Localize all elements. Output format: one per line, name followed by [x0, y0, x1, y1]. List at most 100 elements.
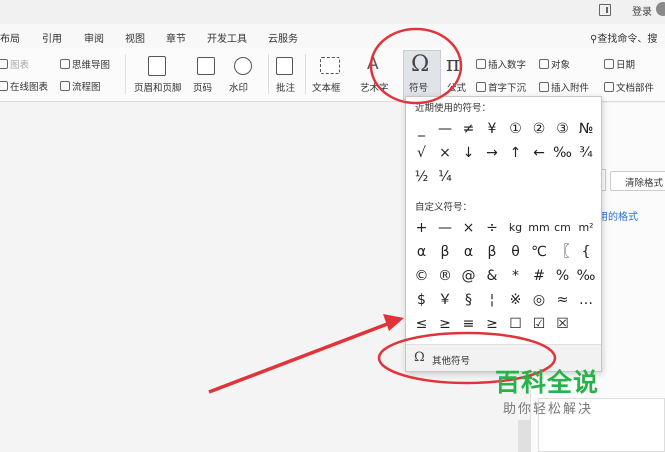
used-format-link[interactable]: 用的格式: [598, 208, 638, 223]
menu-review[interactable]: 审阅: [84, 30, 104, 45]
symbol-cell[interactable]: ※: [504, 291, 527, 309]
mindmap-button[interactable]: 思维导图: [60, 57, 110, 71]
symbol-cell[interactable]: ¼: [434, 168, 457, 186]
symbol-cell[interactable]: {: [575, 243, 598, 261]
symbol-cell[interactable]: ≠: [457, 120, 480, 138]
header-footer-button[interactable]: 页眉和页脚: [134, 80, 182, 94]
symbol-cell[interactable]: cm: [551, 219, 574, 237]
symbol-cell[interactable]: ¥: [481, 120, 504, 138]
symbol-cell[interactable]: ￥: [434, 291, 457, 309]
symbol-cell[interactable]: …: [575, 291, 598, 309]
avatar[interactable]: [656, 2, 665, 16]
symbol-cell[interactable]: ≡: [457, 315, 480, 333]
symbol-cell[interactable]: ↓: [457, 144, 480, 162]
custom-symbols-title: 自定义符号：: [415, 202, 473, 213]
menu-layout[interactable]: 布局: [0, 30, 20, 45]
symbol-cell[interactable]: kg: [504, 219, 527, 237]
mindmap-icon: [60, 59, 70, 69]
window-mode-icon[interactable]: [599, 4, 611, 16]
symbol-cell[interactable]: _: [410, 120, 433, 138]
chart-button[interactable]: 图表: [0, 57, 29, 71]
command-search[interactable]: ⚲查找命令、搜: [590, 30, 657, 45]
page-number-button[interactable]: 页码: [193, 80, 212, 94]
symbol-cell[interactable]: √: [410, 144, 433, 162]
attachment-button[interactable]: 插入附件: [539, 80, 589, 94]
symbol-cell[interactable]: ℃: [528, 243, 551, 261]
symbol-cell[interactable]: 〖: [551, 243, 574, 261]
paperclip-icon: [539, 82, 549, 92]
symbol-cell[interactable]: ×: [457, 219, 480, 237]
symbol-cell[interactable]: —: [434, 120, 457, 138]
textbox-icon: [320, 57, 340, 74]
symbol-cell[interactable]: *: [504, 267, 527, 285]
object-label: 对象: [551, 60, 571, 71]
scrollbar[interactable]: [518, 420, 530, 452]
symbol-cell[interactable]: ©: [410, 267, 433, 285]
dropcap-button[interactable]: 首字下沉: [476, 80, 526, 94]
menu-cloud[interactable]: 云服务: [268, 30, 298, 45]
symbol-cell[interactable]: №: [575, 120, 598, 138]
symbol-cell[interactable]: ☒: [551, 315, 574, 333]
wordart-button[interactable]: 艺术字: [360, 80, 389, 94]
symbol-cell[interactable]: ‰: [575, 267, 598, 285]
attachment-label: 插入附件: [551, 83, 590, 94]
flowchart-button[interactable]: 流程图: [60, 79, 101, 93]
symbol-cell[interactable]: m²: [575, 219, 598, 237]
search-label: 查找命令、搜: [597, 34, 658, 45]
symbol-cell[interactable]: &: [481, 267, 504, 285]
symbol-cell[interactable]: ¦: [481, 291, 504, 309]
symbol-cell[interactable]: ≥: [481, 315, 504, 333]
symbol-cell[interactable]: ↑: [504, 144, 527, 162]
symbol-cell[interactable]: #: [528, 267, 551, 285]
menu-bar: 布局 引用 审阅 视图 章节 开发工具 云服务 ⚲查找命令、搜: [0, 24, 665, 48]
symbol-cell[interactable]: ☑: [528, 315, 551, 333]
symbol-cell[interactable]: ≥: [434, 315, 457, 333]
ribbon-divider: [305, 54, 306, 94]
symbol-cell[interactable]: —: [434, 219, 457, 237]
symbol-cell[interactable]: ¾: [575, 144, 598, 162]
symbol-cell[interactable]: ®: [434, 267, 457, 285]
symbol-cell[interactable]: ←: [528, 144, 551, 162]
symbol-cell[interactable]: $: [410, 291, 433, 309]
symbol-cell[interactable]: θ: [504, 243, 527, 261]
menu-developer[interactable]: 开发工具: [207, 30, 247, 45]
menu-view[interactable]: 视图: [125, 30, 145, 45]
number-icon: [476, 59, 486, 69]
symbol-cell[interactable]: @: [457, 267, 480, 285]
header-footer-icon: [148, 56, 166, 76]
doc-parts-button[interactable]: 文档部件: [604, 80, 654, 94]
symbol-cell[interactable]: ≤: [410, 315, 433, 333]
date-button[interactable]: 日期: [604, 57, 635, 71]
symbol-cell[interactable]: α: [410, 243, 433, 261]
symbol-cell[interactable]: ≈: [551, 291, 574, 309]
textbox-button[interactable]: 文本框: [312, 80, 341, 94]
symbol-cell[interactable]: β: [434, 243, 457, 261]
symbol-cell[interactable]: ◎: [528, 291, 551, 309]
symbol-cell[interactable]: ①: [504, 120, 527, 138]
symbol-cell[interactable]: ③: [551, 120, 574, 138]
login-link[interactable]: 登录: [632, 3, 652, 18]
menu-section[interactable]: 章节: [166, 30, 186, 45]
symbol-cell[interactable]: →: [481, 144, 504, 162]
symbol-cell[interactable]: ☐: [504, 315, 527, 333]
formula-button[interactable]: 公式: [447, 80, 466, 94]
symbol-cell[interactable]: §: [457, 291, 480, 309]
symbol-cell[interactable]: %: [551, 267, 574, 285]
clear-format-button[interactable]: 清除格式: [610, 171, 665, 191]
symbol-cell[interactable]: ②: [528, 120, 551, 138]
online-chart-button[interactable]: 在线图表: [0, 79, 48, 93]
watermark-button[interactable]: 水印: [229, 80, 248, 94]
symbol-cell[interactable]: ×: [434, 144, 457, 162]
symbol-cell[interactable]: ‰: [551, 144, 574, 162]
symbol-cell[interactable]: ½: [410, 168, 433, 186]
symbol-cell[interactable]: β: [481, 243, 504, 261]
comment-button[interactable]: 批注: [276, 80, 295, 94]
symbol-cell[interactable]: +: [410, 219, 433, 237]
object-button[interactable]: 对象: [539, 57, 570, 71]
insert-number-button[interactable]: 插入数字: [476, 57, 526, 71]
menu-references[interactable]: 引用: [42, 30, 62, 45]
symbol-cell[interactable]: ÷: [481, 219, 504, 237]
symbol-cell[interactable]: α: [457, 243, 480, 261]
symbol-cell[interactable]: mm: [528, 219, 551, 237]
ribbon-divider: [268, 54, 269, 94]
